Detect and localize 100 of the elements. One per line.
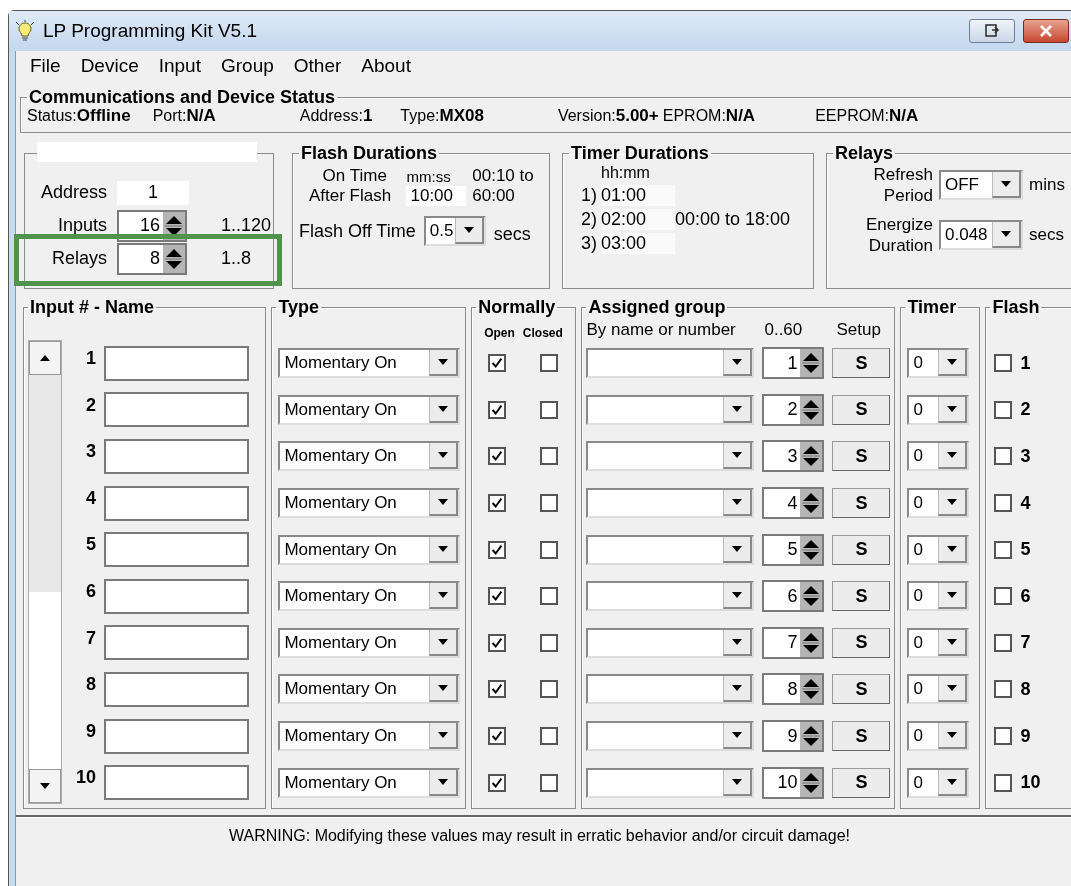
flash-checkbox[interactable]: [994, 727, 1013, 746]
refresh-period-dropdown[interactable]: OFF: [939, 170, 1023, 200]
group-number-spinner[interactable]: 8: [762, 673, 825, 706]
menu-item[interactable]: File: [20, 55, 71, 77]
timer-dropdown[interactable]: 0: [907, 627, 970, 658]
flash-checkbox[interactable]: [994, 494, 1013, 513]
energize-duration-dropdown[interactable]: 0.048: [939, 220, 1023, 250]
closed-checkbox[interactable]: [540, 773, 559, 792]
setup-button[interactable]: S: [832, 394, 891, 425]
close-button[interactable]: [1023, 19, 1069, 43]
group-number-spinner[interactable]: 3: [762, 440, 825, 473]
closed-checkbox[interactable]: [540, 400, 559, 419]
group-dropdown[interactable]: [586, 348, 755, 379]
timer-dropdown[interactable]: 0: [907, 581, 970, 612]
name-field[interactable]: [104, 392, 249, 428]
type-dropdown[interactable]: Momentary On: [278, 721, 461, 752]
type-dropdown[interactable]: Momentary On: [278, 394, 461, 425]
group-number-spinner[interactable]: 1: [762, 347, 825, 380]
flash-checkbox[interactable]: [994, 354, 1013, 373]
closed-checkbox[interactable]: [540, 354, 559, 373]
timer-dropdown[interactable]: 0: [907, 394, 970, 425]
name-field[interactable]: [104, 532, 249, 568]
menu-item[interactable]: About: [351, 55, 421, 77]
group-dropdown[interactable]: [586, 767, 755, 798]
group-dropdown[interactable]: [586, 534, 755, 565]
closed-checkbox[interactable]: [540, 587, 559, 606]
name-field[interactable]: [104, 485, 249, 521]
name-field[interactable]: [104, 345, 249, 381]
flash-checkbox[interactable]: [994, 680, 1013, 699]
group-dropdown[interactable]: [586, 488, 755, 519]
flash-checkbox[interactable]: [994, 447, 1013, 466]
setup-button[interactable]: S: [832, 674, 891, 705]
group-dropdown[interactable]: [586, 674, 755, 705]
open-checkbox[interactable]: [488, 400, 507, 419]
group-number-spinner[interactable]: 10: [762, 766, 825, 799]
type-dropdown[interactable]: Momentary On: [278, 348, 461, 379]
open-checkbox[interactable]: [488, 447, 507, 466]
open-checkbox[interactable]: [488, 354, 507, 373]
setup-button[interactable]: S: [832, 441, 891, 472]
flash-off-time-dropdown[interactable]: 0.5: [423, 216, 486, 246]
menu-item[interactable]: Input: [148, 55, 211, 77]
name-field[interactable]: [104, 439, 249, 474]
type-dropdown[interactable]: Momentary On: [278, 441, 461, 472]
setup-button[interactable]: S: [832, 721, 891, 752]
flash-checkbox[interactable]: [994, 633, 1013, 652]
group-number-spinner[interactable]: 2: [762, 393, 825, 426]
menu-item[interactable]: Group: [210, 55, 284, 77]
timer-dropdown[interactable]: 0: [907, 674, 970, 705]
type-dropdown[interactable]: Momentary On: [278, 674, 461, 705]
setup-button[interactable]: S: [832, 348, 891, 379]
flash-checkbox[interactable]: [994, 587, 1013, 606]
timer-dropdown[interactable]: 0: [907, 534, 970, 565]
closed-checkbox[interactable]: [540, 727, 559, 746]
setup-button[interactable]: S: [832, 767, 891, 798]
type-dropdown[interactable]: Momentary On: [278, 627, 461, 658]
device-name-field[interactable]: [37, 142, 257, 162]
timer-dropdown[interactable]: 0: [907, 721, 970, 752]
setup-button[interactable]: S: [832, 534, 891, 565]
flash-checkbox[interactable]: [994, 540, 1013, 559]
setup-button[interactable]: S: [832, 627, 891, 658]
group-number-spinner[interactable]: 5: [762, 533, 825, 566]
name-field[interactable]: [104, 671, 249, 707]
group-dropdown[interactable]: [586, 721, 755, 752]
group-dropdown[interactable]: [586, 627, 755, 658]
name-field[interactable]: [104, 578, 249, 614]
open-checkbox[interactable]: [488, 773, 507, 792]
open-checkbox[interactable]: [488, 680, 507, 699]
group-dropdown[interactable]: [586, 394, 755, 425]
group-number-spinner[interactable]: 4: [762, 487, 825, 520]
open-checkbox[interactable]: [488, 727, 507, 746]
open-checkbox[interactable]: [488, 633, 507, 652]
setup-button[interactable]: S: [832, 581, 891, 612]
flash-checkbox[interactable]: [994, 400, 1013, 419]
type-dropdown[interactable]: Momentary On: [278, 581, 461, 612]
timer-dropdown[interactable]: 0: [907, 441, 970, 472]
menu-item[interactable]: Device: [70, 55, 149, 77]
relays-spinner[interactable]: 8: [117, 242, 187, 275]
group-number-spinner[interactable]: 9: [762, 720, 825, 753]
closed-checkbox[interactable]: [540, 494, 559, 513]
timer-dropdown[interactable]: 0: [907, 767, 970, 798]
name-field[interactable]: [104, 765, 249, 801]
timer-dropdown[interactable]: 0: [907, 488, 970, 519]
name-field[interactable]: [104, 718, 249, 754]
scrollbar[interactable]: [28, 340, 62, 804]
open-checkbox[interactable]: [488, 587, 507, 606]
flash-checkbox[interactable]: [994, 773, 1013, 792]
closed-checkbox[interactable]: [540, 633, 559, 652]
menu-item[interactable]: Other: [283, 55, 352, 77]
type-dropdown[interactable]: Momentary On: [278, 767, 461, 798]
type-dropdown[interactable]: Momentary On: [278, 488, 461, 519]
closed-checkbox[interactable]: [540, 540, 559, 559]
down-arrow-icon[interactable]: [40, 783, 50, 789]
closed-checkbox[interactable]: [540, 447, 559, 466]
up-arrow-icon[interactable]: [40, 355, 50, 361]
setup-button[interactable]: S: [832, 488, 891, 519]
timer-dropdown[interactable]: 0: [907, 348, 970, 379]
group-number-spinner[interactable]: 7: [762, 626, 825, 659]
group-number-spinner[interactable]: 6: [762, 580, 825, 613]
closed-checkbox[interactable]: [540, 680, 559, 699]
group-dropdown[interactable]: [586, 581, 755, 612]
